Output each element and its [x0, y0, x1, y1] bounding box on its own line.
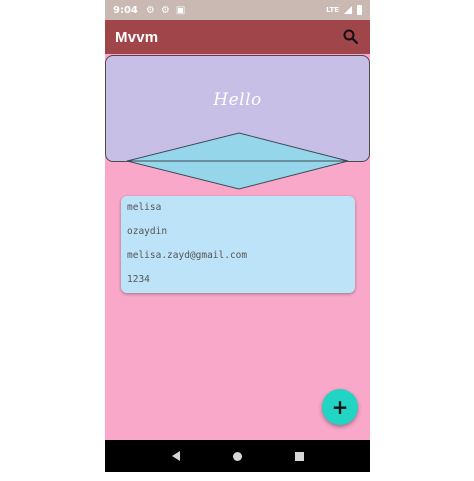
battery-icon	[357, 5, 362, 15]
first-name-text: melisa	[127, 202, 162, 213]
signal-icon	[344, 6, 352, 14]
network-type: LTE	[326, 6, 339, 14]
diamond-shape	[126, 132, 349, 190]
settings-icon-2: ⚙	[160, 4, 170, 16]
phone-screen: 9:04 ⚙ ⚙ ▣ LTE Mvvm Hello melisa ozaydin…	[105, 0, 370, 472]
hello-text: Hello	[213, 90, 262, 110]
search-icon	[343, 29, 359, 45]
status-bar: 9:04 ⚙ ⚙ ▣ LTE	[105, 0, 370, 20]
add-button[interactable]: +	[322, 389, 358, 425]
last-name-text: ozaydin	[127, 226, 168, 237]
search-button[interactable]	[342, 28, 360, 46]
notification-icon: ▣	[175, 4, 186, 16]
recents-icon[interactable]	[294, 451, 304, 461]
back-icon[interactable]	[171, 451, 180, 461]
status-indicators: LTE	[326, 5, 362, 15]
email-text: melisa.zayd@gmail.com	[127, 250, 248, 261]
settings-icon: ⚙	[145, 4, 155, 16]
app-title: Mvvm	[115, 28, 159, 46]
user-info-card[interactable]: melisa ozaydin melisa.zayd@gmail.com 123…	[121, 196, 355, 293]
status-time: 9:04	[113, 4, 138, 16]
number-text: 1234	[127, 274, 150, 285]
navigation-bar	[105, 440, 370, 472]
plus-icon: +	[331, 395, 349, 419]
home-icon[interactable]	[232, 451, 242, 461]
app-bar: Mvvm	[105, 20, 370, 54]
